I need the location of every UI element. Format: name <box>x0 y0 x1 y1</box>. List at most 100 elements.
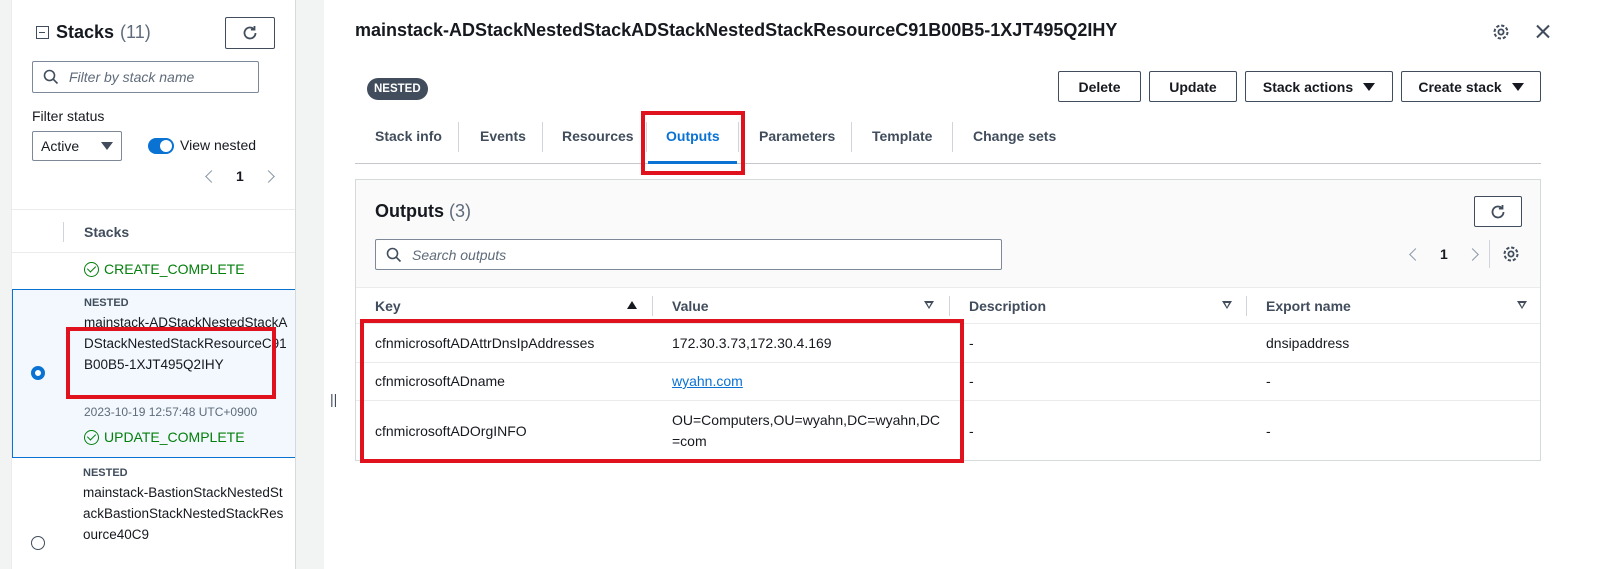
create-stack-button[interactable]: Create stack <box>1401 71 1541 102</box>
resize-handle[interactable]: || <box>330 391 337 407</box>
stack-name-link[interactable]: mainstack-ADStackNestedStackADStackNeste… <box>84 312 289 375</box>
output-key: cfnmicrosoftADname <box>375 373 505 389</box>
output-key: cfnmicrosoftADAttrDnsIpAddresses <box>375 335 595 351</box>
output-value: OU=Computers,OU=wyahn,DC=wyahn,DC=com <box>672 412 941 449</box>
stacks-panel: Stacks (11) Filter status Active View ne… <box>12 0 296 569</box>
create-stack-label: Create stack <box>1418 78 1502 95</box>
sort-icon[interactable] <box>1222 301 1232 310</box>
output-value: wyahn.com <box>672 371 743 392</box>
page-title: mainstack-ADStackNestedStackADStackNeste… <box>355 20 1118 40</box>
stack-name-link[interactable]: mainstack-BastionStackNestedStackBastion… <box>83 482 288 545</box>
output-description: - <box>969 335 974 351</box>
output-export-name: dnsipaddress <box>1266 335 1350 351</box>
stacks-column-header: Stacks <box>84 224 130 240</box>
table-row: cfnmicrosoftADOrgINFO OU=Computers,OU=wy… <box>356 401 1540 461</box>
left-gutter <box>0 0 12 569</box>
column-header-key[interactable]: Key <box>375 298 401 314</box>
stacks-title: Stacks <box>56 22 115 42</box>
caret-down-icon <box>101 142 113 150</box>
column-header-value[interactable]: Value <box>672 298 709 314</box>
tab-divider <box>738 122 739 152</box>
update-button-label: Update <box>1169 78 1217 95</box>
nested-badge: NESTED <box>367 78 428 100</box>
outputs-pagination: 1 <box>1409 246 1479 262</box>
sort-ascending-icon[interactable] <box>627 301 637 309</box>
outputs-table-header: Key Value Description Export name <box>356 288 1540 324</box>
tab-change-sets[interactable]: Change sets <box>973 128 1056 144</box>
stack-actions-button[interactable]: Stack actions <box>1245 71 1393 102</box>
stack-row-selected[interactable]: NESTED mainstack-ADStackNestedStackADSta… <box>12 289 295 458</box>
stack-radio[interactable] <box>31 536 45 550</box>
sort-icon[interactable] <box>924 301 934 310</box>
outputs-panel: Outputs(3) 1 Key Value Description Expor… <box>355 179 1541 461</box>
view-nested-toggle[interactable] <box>148 138 174 154</box>
output-description: - <box>969 423 974 439</box>
active-tab-indicator <box>648 161 737 164</box>
output-key: cfnmicrosoftADOrgINFO <box>375 423 527 439</box>
filter-status-select[interactable]: Active <box>32 131 122 161</box>
next-page-icon[interactable] <box>1465 247 1479 261</box>
stack-status: CREATE_COMPLETE <box>84 261 245 277</box>
tab-events[interactable]: Events <box>480 128 526 144</box>
column-header-export-name[interactable]: Export name <box>1266 298 1351 314</box>
filter-stacks-input[interactable] <box>69 69 249 85</box>
tab-parameters[interactable]: Parameters <box>759 128 835 144</box>
update-button[interactable]: Update <box>1149 71 1237 102</box>
stacks-pagination: 1 <box>205 168 275 184</box>
panel-divider <box>296 0 324 569</box>
stacks-page-number[interactable]: 1 <box>236 168 244 184</box>
pager-divider <box>1489 240 1490 268</box>
outputs-header: Outputs(3) 1 <box>356 180 1540 288</box>
outputs-page-number[interactable]: 1 <box>1440 246 1448 262</box>
outputs-count: (3) <box>449 201 471 221</box>
caret-down-icon <box>1511 82 1524 91</box>
output-export-name: - <box>1266 423 1271 439</box>
column-divider <box>1246 296 1247 316</box>
stack-radio-selected[interactable] <box>31 366 45 380</box>
search-icon <box>43 69 59 85</box>
delete-button[interactable]: Delete <box>1058 71 1141 102</box>
search-outputs-wrapper[interactable] <box>375 239 1002 270</box>
collapse-panel-icon[interactable] <box>36 26 49 39</box>
stack-status: UPDATE_COMPLETE <box>84 429 245 445</box>
stack-status-text: CREATE_COMPLETE <box>104 261 245 277</box>
refresh-icon <box>243 26 257 40</box>
outputs-title: Outputs (3) <box>375 201 471 222</box>
output-value: 172.30.3.73,172.30.4.169 <box>672 335 832 351</box>
stack-status-text: UPDATE_COMPLETE <box>104 429 245 445</box>
tab-divider <box>458 122 459 152</box>
table-settings-gear-icon[interactable] <box>1501 244 1521 267</box>
caret-down-icon <box>1363 82 1376 91</box>
next-page-icon[interactable] <box>261 169 275 183</box>
close-icon[interactable] <box>1533 22 1553 42</box>
filter-stacks-input-wrapper[interactable] <box>32 61 259 93</box>
outputs-title-text: Outputs <box>375 201 444 221</box>
column-divider <box>63 222 64 242</box>
filter-status-value: Active <box>41 138 80 154</box>
refresh-icon <box>1491 204 1505 218</box>
nested-label: NESTED <box>83 467 128 479</box>
tab-bar: Stack info Events Resources Outputs Para… <box>355 118 1541 164</box>
previous-page-icon[interactable] <box>1409 247 1422 261</box>
output-description: - <box>969 373 974 389</box>
stack-actions-label: Stack actions <box>1262 78 1354 95</box>
outputs-refresh-button[interactable] <box>1474 196 1522 227</box>
output-export-name: - <box>1266 373 1271 389</box>
tab-outputs[interactable]: Outputs <box>666 128 720 144</box>
column-divider <box>652 296 653 316</box>
output-value-link[interactable]: wyahn.com <box>672 373 743 389</box>
success-icon <box>84 261 99 277</box>
tab-template[interactable]: Template <box>872 128 932 144</box>
stack-timestamp: 2023-10-19 12:57:48 UTC+0900 <box>84 405 258 419</box>
tab-divider <box>646 122 647 152</box>
sort-icon[interactable] <box>1517 301 1527 310</box>
previous-page-icon[interactable] <box>205 169 218 183</box>
search-outputs-input[interactable] <box>412 246 992 263</box>
stack-row[interactable]: NESTED mainstack-BastionStackNestedStack… <box>12 459 295 569</box>
table-row: cfnmicrosoftADname wyahn.com - - <box>356 363 1540 401</box>
tab-resources[interactable]: Resources <box>562 128 634 144</box>
stacks-refresh-button[interactable] <box>225 17 275 49</box>
settings-gear-icon[interactable] <box>1491 22 1511 45</box>
tab-stack-info[interactable]: Stack info <box>375 128 442 144</box>
column-header-description[interactable]: Description <box>969 298 1046 314</box>
